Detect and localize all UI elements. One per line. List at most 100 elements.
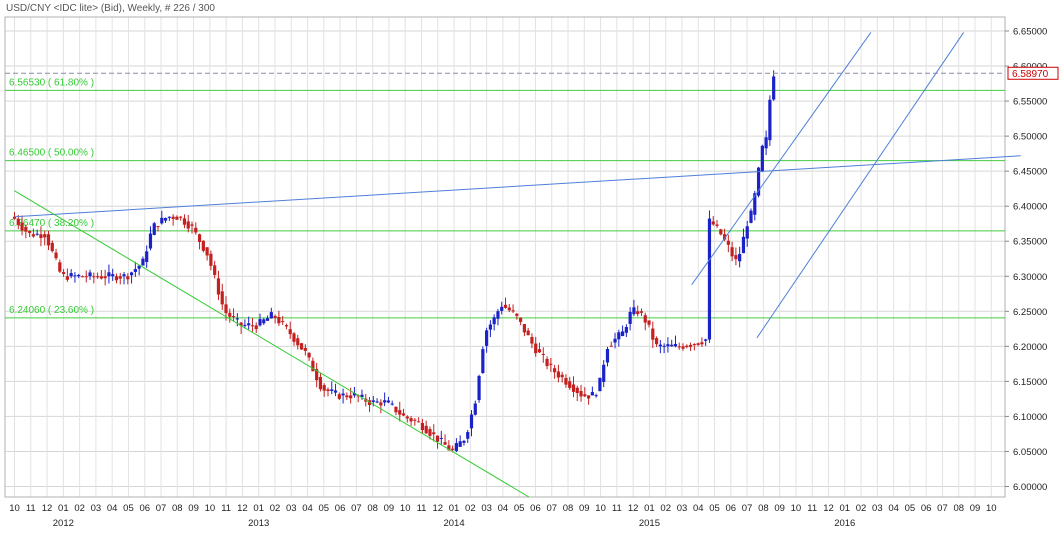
candle-body: [175, 216, 179, 220]
candle-body: [598, 377, 602, 392]
candle-body: [160, 217, 164, 224]
y-tick-label: 6.50000: [1013, 132, 1047, 143]
candle-body: [171, 216, 175, 219]
candle-body: [409, 418, 413, 422]
month-tick-label: 11: [807, 503, 817, 514]
candle-body: [262, 319, 266, 324]
month-tick-label: 05: [514, 503, 525, 514]
candle-body: [435, 435, 440, 442]
candle-body: [443, 442, 447, 445]
candle-body: [439, 437, 443, 439]
candle-body: [281, 321, 285, 323]
month-tick-label: 11: [612, 503, 622, 514]
month-tick-label: 10: [986, 503, 997, 514]
candle-body: [458, 441, 462, 447]
candle-body: [95, 276, 100, 278]
candle-body: [330, 389, 334, 391]
candle-body: [768, 99, 772, 141]
month-tick-label: 06: [335, 503, 346, 514]
month-tick-label: 02: [465, 503, 476, 514]
candle-body: [254, 325, 258, 330]
y-tick-label: 6.55000: [1013, 97, 1047, 108]
month-tick-label: 08: [367, 503, 378, 514]
candle-body: [129, 272, 134, 276]
year-tick-label: 2013: [248, 518, 269, 529]
candle-body: [466, 432, 470, 439]
candle-body: [586, 395, 591, 399]
candle-body: [269, 312, 273, 319]
month-tick-label: 07: [351, 503, 362, 514]
candle-body: [311, 360, 315, 372]
candle-body: [43, 234, 47, 238]
candle-body: [469, 414, 474, 429]
candle-body: [662, 345, 666, 347]
candle-body: [560, 374, 564, 378]
candle-body: [247, 323, 251, 326]
month-tick-label: 03: [872, 503, 883, 514]
month-tick-label: 01: [839, 503, 850, 514]
candle-body: [522, 324, 526, 333]
candle-body: [711, 221, 715, 225]
candle-body: [194, 227, 198, 233]
month-tick-label: 10: [400, 503, 411, 514]
chart-title: USD/CNY <IDC lite> (Bid), Weekly, # 226 …: [6, 3, 215, 14]
month-tick-label: 03: [91, 503, 102, 514]
candle-body: [454, 443, 459, 451]
y-tick-label: 6.10000: [1013, 412, 1047, 423]
month-tick-label: 12: [823, 503, 834, 514]
month-tick-label: 01: [253, 503, 264, 514]
candle-body: [163, 217, 168, 221]
month-tick-label: 04: [888, 503, 899, 514]
candle-body: [50, 242, 54, 252]
month-tick-label: 08: [953, 503, 964, 514]
candle-body: [772, 76, 776, 100]
candle-body: [54, 252, 58, 259]
month-tick-label: 06: [921, 503, 932, 514]
candle-body: [224, 304, 228, 314]
candle-body: [424, 425, 428, 434]
month-tick-label: 05: [709, 503, 720, 514]
candle-body: [167, 216, 171, 218]
candle-body: [651, 328, 655, 340]
candle-body: [628, 311, 632, 324]
candle-body: [141, 258, 145, 266]
candle-body: [114, 276, 119, 281]
candle-body: [451, 448, 455, 450]
candle-body: [519, 317, 523, 322]
candle-body: [730, 247, 734, 257]
candle-body: [507, 307, 511, 311]
candle-body: [20, 222, 24, 231]
candle-body: [390, 403, 394, 405]
candle-body: [383, 400, 387, 403]
candle-body: [201, 240, 205, 251]
candle-body: [122, 274, 126, 277]
candle-body: [500, 306, 504, 311]
candle-body: [299, 343, 304, 350]
candle-body: [485, 330, 489, 346]
month-tick-label: 04: [302, 503, 313, 514]
candle-body: [526, 330, 530, 336]
month-tick-label: 11: [26, 503, 36, 514]
month-tick-label: 05: [905, 503, 916, 514]
month-tick-label: 06: [139, 503, 150, 514]
y-tick-label: 6.05000: [1013, 447, 1047, 458]
candle-body: [492, 317, 496, 325]
month-tick-label: 06: [726, 503, 737, 514]
candle-body: [620, 331, 625, 337]
candle-body: [632, 307, 636, 315]
candle-body: [273, 315, 277, 318]
candle-body: [296, 338, 300, 346]
candle-body: [666, 344, 670, 347]
candle-body: [692, 344, 696, 346]
candle-body: [39, 234, 43, 239]
candle-body: [69, 273, 73, 277]
candle-body: [681, 346, 685, 349]
candle-body: [148, 233, 153, 249]
candle-body: [337, 394, 341, 399]
month-tick-label: 02: [856, 503, 867, 514]
month-tick-label: 11: [221, 503, 231, 514]
y-tick-label: 6.15000: [1013, 377, 1047, 388]
candle-body: [704, 339, 708, 341]
candle-body: [677, 346, 681, 348]
candle-body: [609, 345, 613, 347]
